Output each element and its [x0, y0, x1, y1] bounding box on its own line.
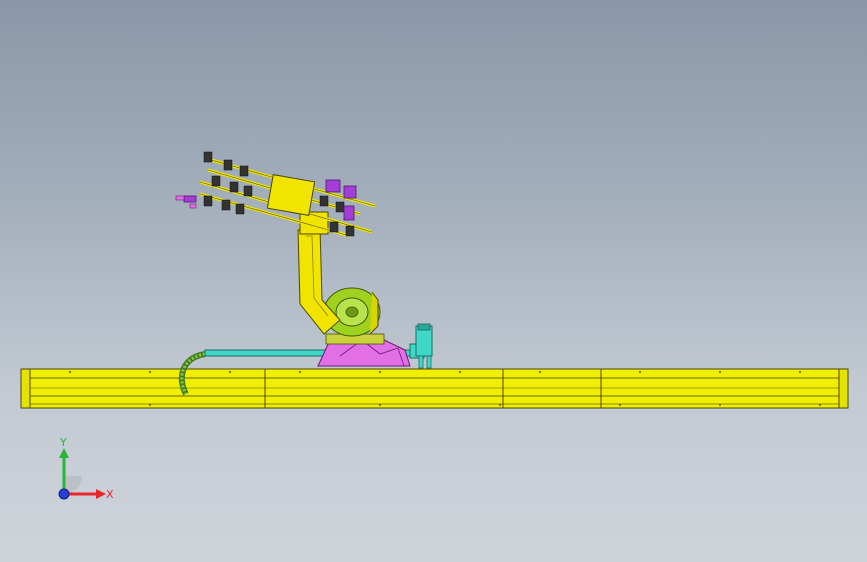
motor-unit[interactable] [415, 323, 433, 369]
x-axis-arrowhead [96, 489, 106, 499]
y-axis-label: Y [59, 436, 67, 449]
cad-viewport[interactable]: Y X [0, 0, 867, 562]
end-effector[interactable] [175, 151, 376, 238]
robot-on-rail-model[interactable] [0, 0, 867, 562]
y-axis-arrowhead [59, 448, 69, 458]
linear-rail[interactable] [20, 368, 849, 409]
z-axis-origin [58, 488, 70, 500]
x-axis-label: X [106, 488, 114, 501]
axis-triad: Y X [58, 436, 114, 501]
robot-base[interactable] [317, 333, 411, 367]
lower-arm[interactable] [297, 227, 341, 335]
